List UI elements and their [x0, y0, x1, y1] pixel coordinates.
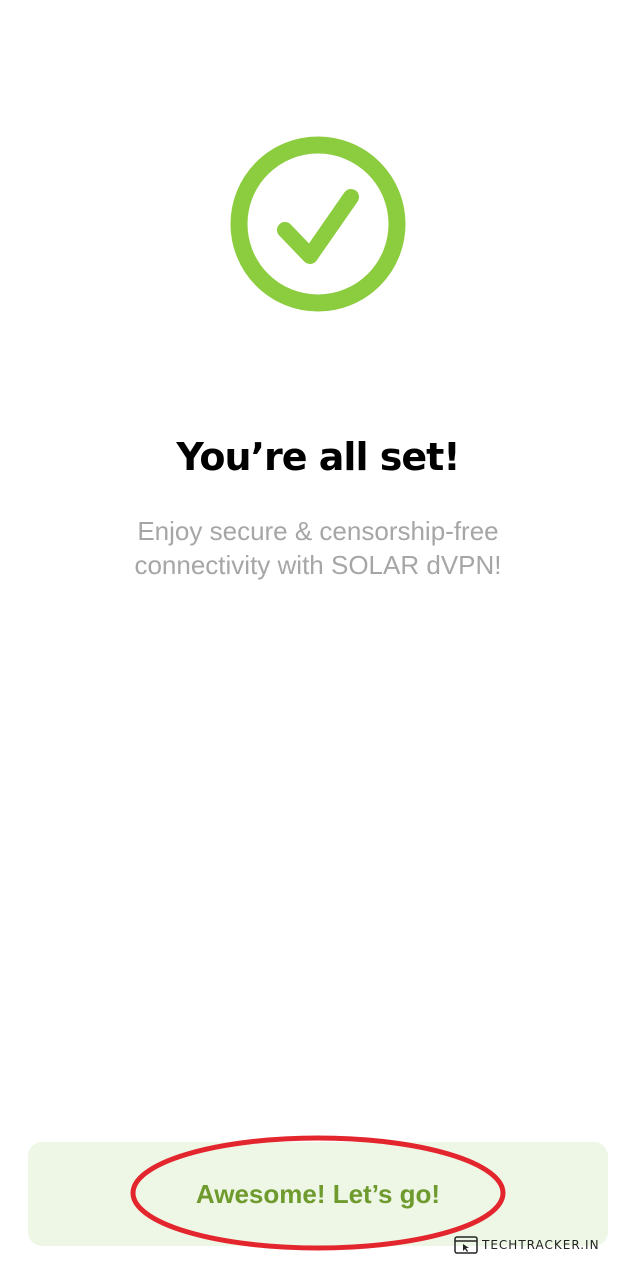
onboarding-complete-screen: You’re all set! Enjoy secure & censorshi…	[0, 0, 636, 1280]
watermark: TECHTRACKER.IN	[454, 1235, 600, 1255]
lets-go-button[interactable]: Awesome! Let’s go!	[28, 1142, 608, 1246]
subtitle: Enjoy secure & censorship-free connectiv…	[80, 514, 556, 582]
lets-go-button-label: Awesome! Let’s go!	[195, 1178, 441, 1209]
subtitle-line-2: connectivity with SOLAR dVPN!	[134, 550, 502, 580]
watermark-text: TECHTRACKER.IN	[482, 1238, 600, 1252]
check-circle-icon	[230, 136, 406, 312]
browser-cursor-icon	[454, 1236, 478, 1254]
page-title: You’re all set!	[176, 435, 460, 479]
subtitle-line-1: Enjoy secure & censorship-free	[137, 516, 499, 546]
